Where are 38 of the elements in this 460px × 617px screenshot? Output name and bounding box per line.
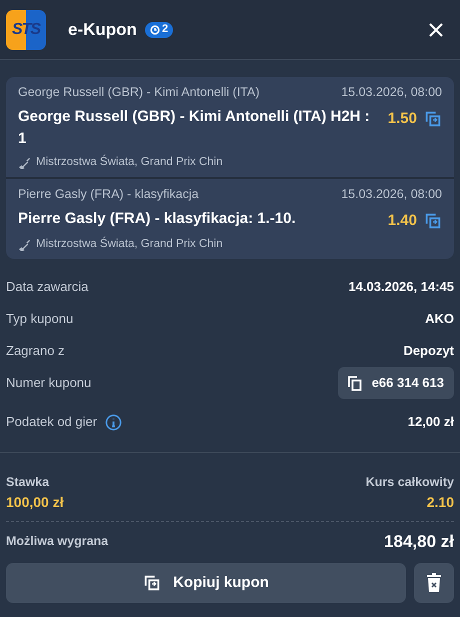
stake-value: 100,00 zł <box>6 492 64 512</box>
count-badge: 2 <box>144 22 174 38</box>
event-date: 15.03.2026, 08:00 <box>341 84 442 101</box>
detail-label: Podatek od gier <box>6 413 98 432</box>
odds: 1.40 <box>388 210 417 231</box>
detail-value: 14.03.2026, 14:45 <box>348 278 454 296</box>
event-name: Pierre Gasly (FRA) - klasyfikacja <box>18 186 199 203</box>
detail-value: AKO <box>425 310 454 328</box>
window-title: e-Kupon <box>68 18 137 41</box>
league-name: Mistrzostwa Świata, Grand Prix Chin <box>36 154 223 170</box>
stake-label: Stawka <box>6 474 50 491</box>
copy-icon <box>348 376 362 390</box>
detail-value: 12,00 zł <box>408 413 454 432</box>
total-odds-value: 2.10 <box>426 492 454 512</box>
close-icon <box>428 22 444 38</box>
total-odds-label: Kurs całkowity <box>366 474 454 491</box>
detail-label: Zagrano z <box>6 342 65 360</box>
copy-icon <box>424 212 442 230</box>
detail-value: Depozyt <box>403 342 454 360</box>
event-date: 15.03.2026, 08:00 <box>341 186 442 203</box>
event-name: George Russell (GBR) - Kimi Antonelli (ITA) <box>18 84 260 101</box>
possible-win-label: Możliwa wygrana <box>6 533 108 550</box>
detail-label: Numer kuponu <box>6 374 92 392</box>
clock-icon <box>150 24 160 34</box>
league-name: Mistrzostwa Świata, Grand Prix Chin <box>36 236 223 252</box>
detail-label: Data zawarcia <box>6 278 88 296</box>
bet-selection: Pierre Gasly (FRA) - klasyfikacja: 1.-10. <box>18 208 297 229</box>
copy-icon <box>424 110 442 128</box>
info-icon[interactable] <box>105 414 122 430</box>
possible-win-value: 184,80 zł <box>384 531 454 553</box>
copy-icon <box>143 574 162 592</box>
trash-icon <box>426 572 442 593</box>
detail-label: Typ kuponu <box>6 310 74 328</box>
odds: 1.50 <box>388 108 417 129</box>
copy-coupon-button[interactable]: Kopiuj kupon <box>6 562 406 603</box>
delete-button[interactable] <box>414 562 454 603</box>
bet-selection: George Russell (GBR) - Kimi Antonelli (ITA) H2H : 1 <box>18 106 371 149</box>
coupon-number-button[interactable]: e66 314 613 <box>338 367 454 399</box>
